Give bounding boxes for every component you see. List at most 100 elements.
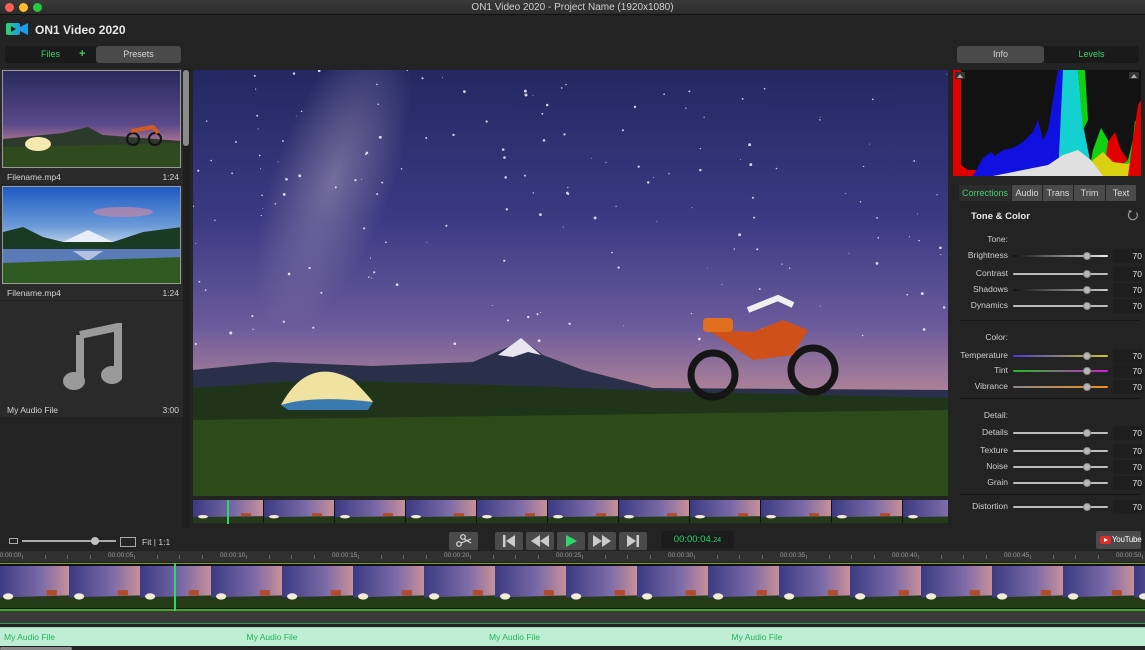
file-item[interactable]: My Audio File 3:00 <box>0 301 183 417</box>
star <box>940 253 942 256</box>
temperature-slider[interactable] <box>1013 355 1108 357</box>
zoom-in-icon[interactable] <box>120 537 136 547</box>
shadows-slider-knob[interactable] <box>1083 286 1092 294</box>
contrast-slider-knob[interactable] <box>1083 270 1092 278</box>
skip-to-start-button[interactable] <box>495 532 523 550</box>
timeline-frame <box>0 566 69 608</box>
ruler-tick <box>22 555 24 559</box>
star <box>542 139 546 142</box>
star <box>300 110 303 112</box>
timeline-playhead[interactable] <box>174 563 176 611</box>
shadows-slider[interactable] <box>1013 289 1108 291</box>
grain-slider-knob[interactable] <box>1083 479 1092 487</box>
rewind-button[interactable] <box>526 532 554 550</box>
youtube-share-button[interactable]: YouTube <box>1096 531 1142 549</box>
timeline-ruler[interactable]: 00:00:00 00:00:05 00:00:10 00:00:15 00:00:20… <box>0 551 1145 562</box>
timecode-display[interactable]: 00:00:04.24 <box>661 531 734 549</box>
brightness-value-field[interactable]: 70 <box>1113 249 1143 263</box>
vibrance-value-field[interactable]: 70 <box>1113 380 1143 394</box>
texture-value-field[interactable]: 70 <box>1113 444 1143 458</box>
tint-slider[interactable] <box>1013 370 1108 372</box>
audio-track[interactable]: My Audio File My Audio File My Audio File M… <box>0 627 1145 646</box>
filmstrip-frame <box>548 500 618 523</box>
temperature-value-field[interactable]: 70 <box>1113 349 1143 363</box>
contrast-value-field[interactable]: 70 <box>1113 267 1143 281</box>
preview-filmstrip[interactable] <box>193 500 948 523</box>
texture-slider[interactable] <box>1013 450 1108 452</box>
star <box>617 266 620 269</box>
ruler-tick <box>985 555 987 559</box>
tab-info[interactable]: Info <box>957 46 1044 63</box>
distortion-value-field[interactable]: 70 <box>1113 500 1143 514</box>
dynamics-value-field[interactable]: 70 <box>1113 299 1143 313</box>
tab-levels[interactable]: Levels <box>1044 46 1139 63</box>
tab-presets[interactable]: Presets <box>96 46 181 63</box>
noise-value-field[interactable]: 70 <box>1113 460 1143 474</box>
star <box>298 174 302 178</box>
star <box>262 208 264 209</box>
details-value-field[interactable]: 70 <box>1113 426 1143 440</box>
dynamics-slider-knob[interactable] <box>1083 302 1092 310</box>
play-button[interactable] <box>557 532 585 550</box>
star <box>611 251 613 254</box>
empty-track[interactable] <box>0 611 1145 624</box>
star <box>204 289 207 291</box>
skip-to-end-button[interactable] <box>619 532 647 550</box>
star <box>251 315 254 318</box>
star <box>748 143 752 147</box>
grain-value-field[interactable]: 70 <box>1113 476 1143 490</box>
shadows-value-field[interactable]: 70 <box>1113 283 1143 297</box>
star <box>195 242 197 245</box>
ruler-tick <box>873 555 875 559</box>
distortion-slider-knob[interactable] <box>1083 503 1092 511</box>
ruler-tick <box>1052 555 1054 559</box>
star <box>373 271 376 274</box>
tint-value-field[interactable]: 70 <box>1113 364 1143 378</box>
star <box>205 120 208 122</box>
tint-slider-knob[interactable] <box>1083 367 1092 375</box>
reset-icon[interactable] <box>1127 209 1139 221</box>
vibrance-slider[interactable] <box>1013 386 1108 388</box>
split-clip-button[interactable] <box>449 532 478 550</box>
timeline-zoom-slider[interactable] <box>22 540 116 542</box>
subtab-audio[interactable]: Audio <box>1012 185 1042 201</box>
add-file-button[interactable]: + <box>79 46 85 63</box>
grain-slider[interactable] <box>1013 482 1108 484</box>
file-item[interactable]: Filename.mp4 1:24 <box>0 185 183 300</box>
play-icon <box>1104 538 1108 542</box>
brightness-label: Brightness <box>967 250 1008 260</box>
subtab-trim[interactable]: Trim <box>1074 185 1105 201</box>
subtab-trans[interactable]: Trans <box>1043 185 1073 201</box>
star <box>690 312 693 315</box>
fit-zoom-toggle[interactable]: Fit | 1:1 <box>142 537 170 547</box>
star <box>942 306 946 309</box>
dynamics-slider[interactable] <box>1013 305 1108 307</box>
timeline-zoom-knob[interactable] <box>91 537 100 545</box>
distortion-slider[interactable] <box>1013 506 1108 508</box>
details-slider-knob[interactable] <box>1083 429 1092 437</box>
zoom-out-icon[interactable] <box>9 538 18 544</box>
noise-slider-knob[interactable] <box>1083 463 1092 471</box>
fast-forward-button[interactable] <box>588 532 616 550</box>
noise-slider[interactable] <box>1013 466 1108 468</box>
ruler-tick <box>515 555 517 559</box>
ruler-tick <box>828 555 830 559</box>
timeline-frame <box>1063 566 1134 608</box>
star <box>707 267 709 269</box>
file-list-scrollbar[interactable] <box>183 70 189 146</box>
brightness-slider[interactable] <box>1013 255 1108 257</box>
ruler-tick-label: 00:00:45 <box>1004 552 1030 559</box>
subtab-text[interactable]: Text <box>1106 185 1136 201</box>
video-preview[interactable] <box>193 70 948 496</box>
video-track[interactable] <box>0 563 1145 609</box>
timeline-frame <box>424 566 495 608</box>
subtab-corrections[interactable]: Corrections <box>959 185 1011 201</box>
details-slider[interactable] <box>1013 432 1108 434</box>
temperature-slider-knob[interactable] <box>1083 352 1092 360</box>
contrast-slider[interactable] <box>1013 273 1108 275</box>
vibrance-slider-knob[interactable] <box>1083 383 1092 391</box>
file-item[interactable]: Filename.mp4 1:24 <box>0 68 183 184</box>
texture-slider-knob[interactable] <box>1083 447 1092 455</box>
brightness-slider-knob[interactable] <box>1083 252 1092 260</box>
filmstrip-playhead[interactable] <box>227 500 229 524</box>
